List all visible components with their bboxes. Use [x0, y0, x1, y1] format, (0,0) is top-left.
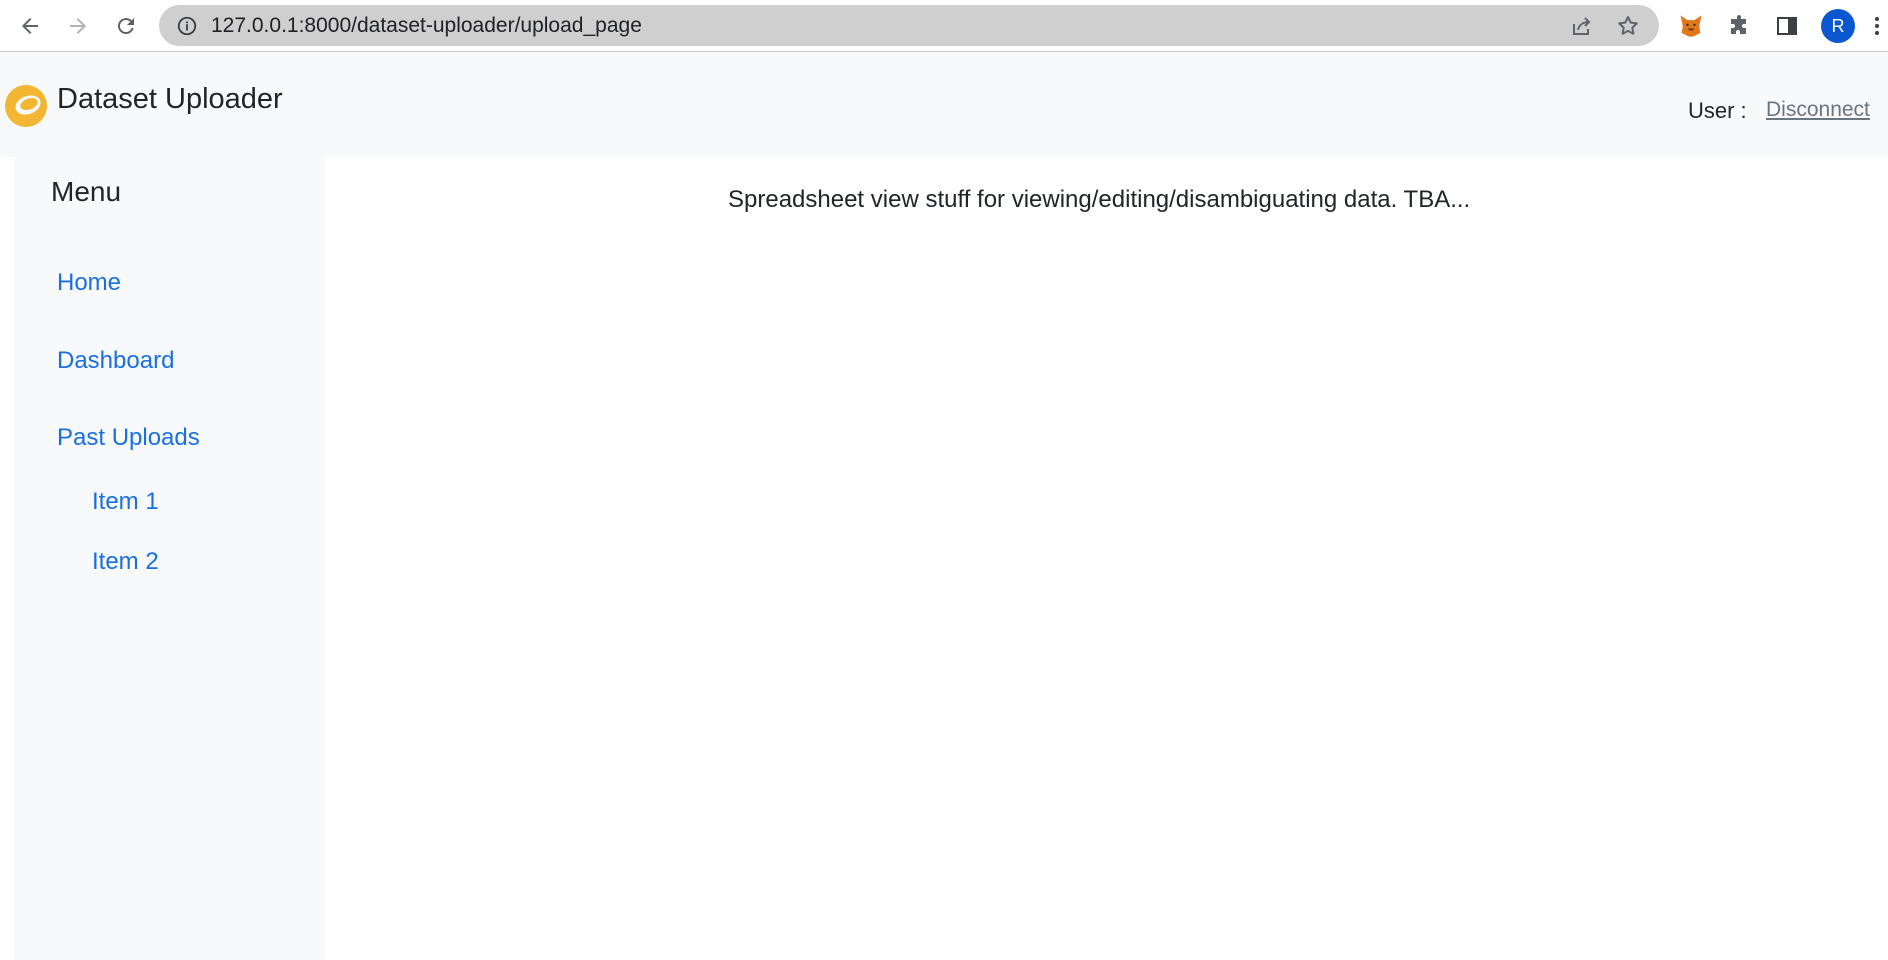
- sidebar: Menu Home Dashboard Past Uploads Item 1 …: [14, 157, 325, 960]
- info-icon[interactable]: [174, 13, 200, 39]
- sidepanel-icon[interactable]: [1771, 10, 1803, 42]
- sidebar-subitem-item-2[interactable]: Item 2: [92, 548, 159, 576]
- back-icon[interactable]: [14, 10, 46, 42]
- reload-icon[interactable]: [110, 10, 142, 42]
- fox-extension-icon[interactable]: [1675, 10, 1707, 42]
- sidebar-item-home[interactable]: Home: [57, 269, 121, 297]
- user-label: User :: [1688, 98, 1747, 123]
- app-header: Dataset Uploader User : Disconnect: [0, 53, 1888, 157]
- share-icon[interactable]: [1569, 13, 1595, 39]
- sidebar-subitem-item-1[interactable]: Item 1: [92, 488, 159, 516]
- address-bar[interactable]: 127.0.0.1:8000/dataset-uploader/upload_p…: [159, 5, 1659, 46]
- menu-title: Menu: [51, 176, 122, 207]
- forward-icon[interactable]: [62, 10, 94, 42]
- disconnect-link[interactable]: Disconnect: [1766, 98, 1870, 122]
- url-text[interactable]: 127.0.0.1:8000/dataset-uploader/upload_p…: [211, 5, 642, 46]
- profile-avatar[interactable]: R: [1821, 9, 1855, 43]
- puzzle-icon[interactable]: [1723, 10, 1755, 42]
- sidebar-item-past-uploads[interactable]: Past Uploads: [57, 424, 200, 452]
- browser-toolbar: 127.0.0.1:8000/dataset-uploader/upload_p…: [0, 0, 1888, 52]
- more-icon[interactable]: [1866, 10, 1888, 42]
- app-title[interactable]: Dataset Uploader: [57, 83, 283, 116]
- sidebar-item-dashboard[interactable]: Dashboard: [57, 347, 174, 375]
- star-icon[interactable]: [1615, 13, 1641, 39]
- brand-logo-icon: [5, 85, 47, 127]
- main-message: Spreadsheet view stuff for viewing/editi…: [728, 186, 1471, 213]
